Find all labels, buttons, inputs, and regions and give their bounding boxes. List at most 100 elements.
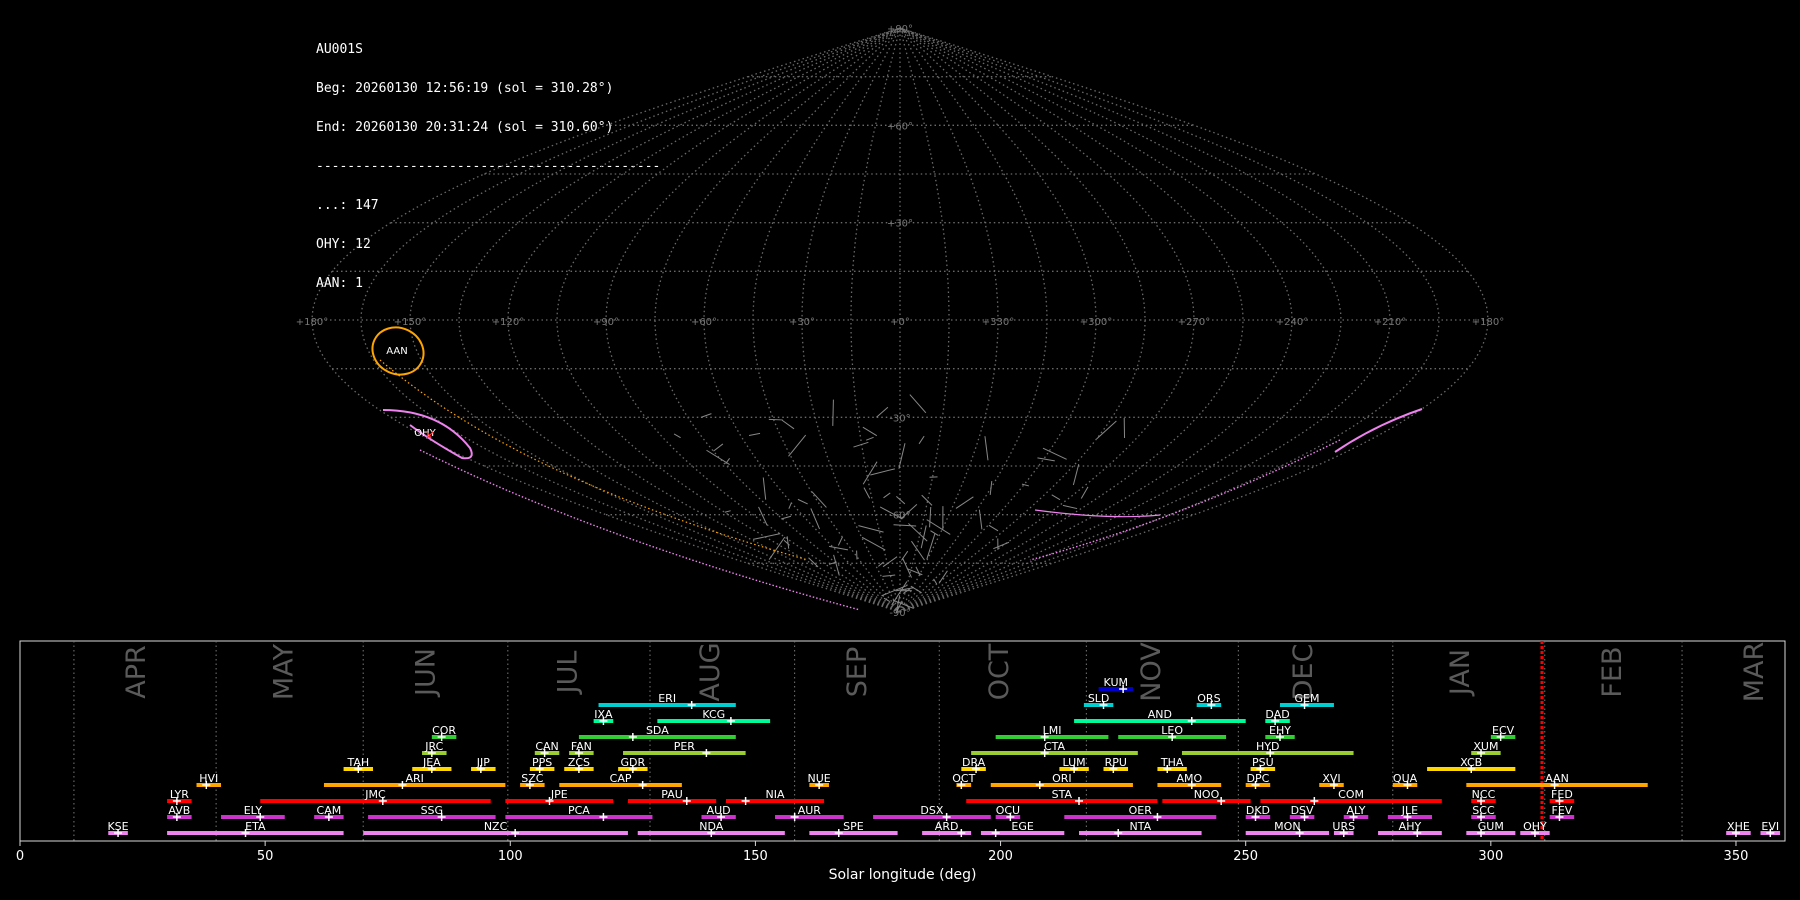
lat-label: +30° [887, 219, 913, 230]
shower-label: JRC [424, 740, 443, 753]
meteor-trail [758, 506, 768, 526]
meteor-trail [1037, 457, 1055, 462]
meteor-trail [781, 419, 795, 430]
shower-label: EHY [1269, 724, 1291, 737]
shower-label: QUA [1393, 772, 1418, 785]
shower-label: COM [1338, 788, 1364, 801]
shower-label: NZC [484, 820, 508, 833]
shower-timeline-chart: APR MAY JUN JUL AUG SEP OCT NOV DEC JAN FEB MARKUME… [16, 640, 1786, 883]
meteor-trail [673, 433, 681, 439]
meteor-trail [909, 394, 927, 414]
ohy-radiant-label: OHY [414, 428, 436, 439]
lon-label: +240° [1276, 317, 1308, 328]
shower-label: PER [674, 740, 696, 753]
meteor-trail [882, 574, 896, 577]
shower-label: ELY [244, 804, 263, 817]
shower-label: CAM [317, 804, 342, 817]
shower-label: PPS [532, 756, 552, 769]
aan-radiant-label: AAN [386, 346, 407, 357]
month-label: JUN [410, 648, 441, 698]
shower-label: OCU [996, 804, 1020, 817]
shower-label: MON [1274, 820, 1300, 833]
month-label: OCT [984, 643, 1015, 700]
shower-label: DSV [1291, 804, 1314, 817]
shower-label: ORI [1052, 772, 1072, 785]
lat-label: -90° [889, 608, 910, 619]
lon-label: +30° [789, 317, 815, 328]
meteor-trail [955, 496, 974, 509]
meteor-trail [862, 461, 878, 485]
meteor-trail [1072, 463, 1080, 486]
meteor-trail [1051, 494, 1061, 501]
shower-label: ARD [935, 820, 959, 833]
shower-label: AMO [1176, 772, 1202, 785]
shower-label: SDA [646, 724, 669, 737]
shower-label: HVI [199, 772, 218, 785]
meteor-trail [748, 432, 761, 436]
x-tick-label: 50 [257, 849, 274, 864]
lon-label: +0° [890, 317, 910, 328]
ohy-radiant-arc-east [1334, 408, 1423, 453]
shower-label: EGE [1011, 820, 1033, 833]
shower-label: GEM [1294, 692, 1319, 705]
shower-label: EVI [1761, 820, 1779, 833]
meteor-trail [797, 498, 808, 505]
shower-label: PAU [661, 788, 683, 801]
shower-label: NTA [1129, 820, 1151, 833]
shower-label: DSX [920, 804, 943, 817]
shower-label: AUR [798, 804, 822, 817]
lon-label: +60° [691, 317, 717, 328]
shower-label: XHE [1727, 820, 1750, 833]
shower-label: KCG [702, 708, 725, 721]
shower-label: SPE [843, 820, 864, 833]
meteor-trail [870, 468, 895, 476]
shower-label: FAN [571, 740, 592, 753]
shower-label: OCT [952, 772, 975, 785]
lon-label: +120° [492, 317, 524, 328]
lon-label: +330° [982, 317, 1014, 328]
shower-label: NDA [699, 820, 724, 833]
shower-label: DRA [962, 756, 986, 769]
meteor-trail [862, 426, 878, 437]
shower-label: AHY [1399, 820, 1422, 833]
meteor-trail [768, 418, 783, 421]
meteor-trail [893, 524, 917, 527]
shower-label: IXA [594, 708, 613, 721]
meteor-trail [978, 509, 983, 530]
shower-label: ETA [245, 820, 266, 833]
x-tick-label: 350 [1724, 849, 1749, 864]
meteor-trail [929, 506, 932, 528]
meteor-trail [938, 570, 948, 584]
meteor-trail [918, 435, 925, 445]
meteor-trail [1096, 420, 1117, 440]
meteor-trail [866, 436, 874, 441]
meteor-trail [713, 443, 724, 452]
ohy-trail-east [1029, 439, 1341, 561]
meteor-trail [902, 557, 912, 578]
meridian-line [458, 27, 901, 613]
shower-label: URS [1332, 820, 1355, 833]
meteor-trail [768, 536, 786, 560]
x-tick-label: 200 [988, 849, 1013, 864]
meteor-trail [921, 494, 933, 506]
meteor-trail [706, 449, 730, 466]
meteor-trail [988, 524, 999, 532]
x-tick-label: 100 [498, 849, 523, 864]
month-label: FEB [1597, 646, 1628, 697]
lat-label: -30° [889, 413, 910, 424]
meteor-trail [915, 566, 921, 576]
shower-label: JIP [476, 756, 490, 769]
shower-label: AVB [168, 804, 190, 817]
month-label: NOV [1136, 642, 1167, 702]
month-label: JUL [553, 651, 584, 696]
shower-label: PSU [1252, 756, 1274, 769]
shower-label: ORS [1197, 692, 1220, 705]
shower-label: DPC [1247, 772, 1270, 785]
meteor-trail [858, 525, 884, 533]
shower-label: LYR [170, 788, 189, 801]
lat-label: +60° [887, 121, 913, 132]
meteor-trail [863, 487, 871, 499]
shower-label: NIA [766, 788, 785, 801]
shower-label: THA [1160, 756, 1184, 769]
shower-label: SSG [421, 804, 444, 817]
